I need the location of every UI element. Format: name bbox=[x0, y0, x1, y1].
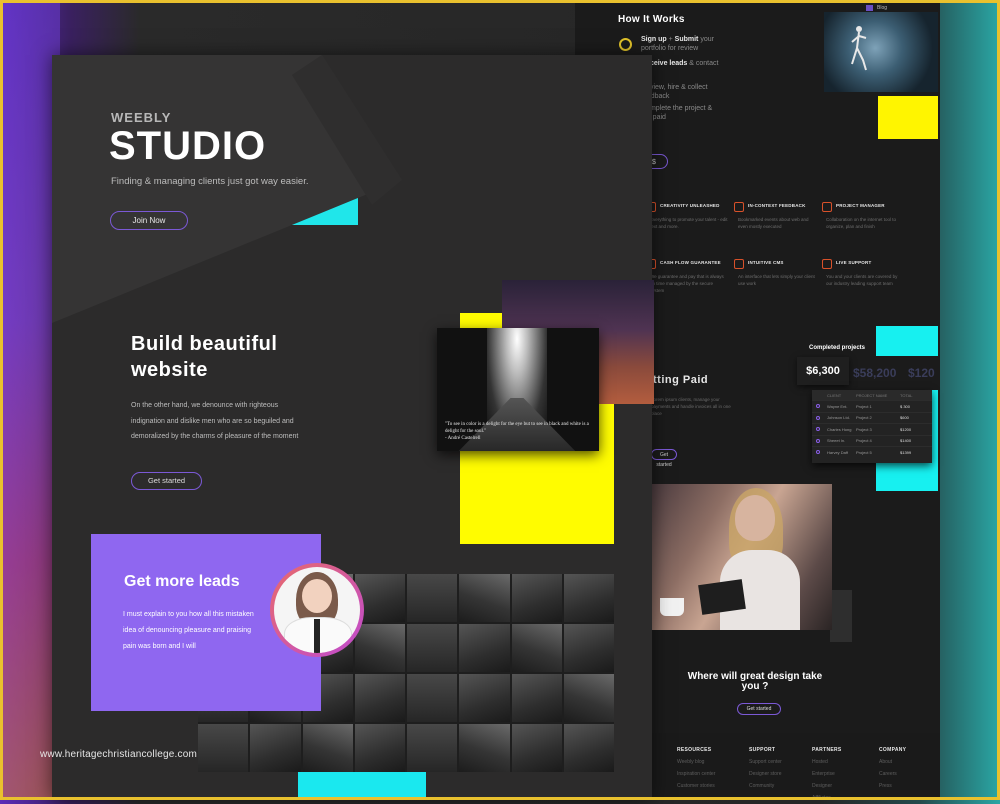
top-nav: Blog bbox=[866, 4, 887, 12]
build-title: Build beautiful website bbox=[131, 333, 278, 381]
grid-photo bbox=[511, 674, 562, 722]
completed-projects-table: CLIENT PROJECT NAME TOTAL Wayne Ent. Proj… bbox=[812, 390, 932, 463]
join-now-button[interactable]: Join Now bbox=[110, 211, 188, 230]
grid-photo bbox=[354, 624, 405, 672]
design-cta-button[interactable]: Get started bbox=[737, 703, 781, 715]
grid-photo bbox=[302, 724, 353, 772]
street-quote-photo: "To see in color is a delight for the ey… bbox=[437, 328, 599, 451]
completed-amount: $6,300 bbox=[797, 357, 849, 385]
yellow-accent-square bbox=[878, 96, 938, 139]
grid-photo bbox=[563, 674, 614, 722]
image-shadow-block bbox=[830, 590, 852, 642]
leads-description: I must explain to you how all this mista… bbox=[123, 611, 254, 650]
hero-runner-image bbox=[824, 12, 938, 92]
table-row[interactable]: Harvey Daff Project 5 $1399 bbox=[812, 446, 932, 458]
woman-face bbox=[735, 495, 775, 541]
step-ring-icon bbox=[619, 38, 632, 51]
grid-photo bbox=[563, 724, 614, 772]
get-started-button[interactable]: Get started bbox=[131, 472, 202, 490]
cyan-accent-block bbox=[298, 772, 426, 800]
getting-paid-desc: Lorem ipsum clients, manage your payment… bbox=[651, 397, 731, 416]
grid-photo bbox=[459, 674, 510, 722]
support-icon bbox=[822, 259, 832, 269]
completed-projects-title: Completed projects bbox=[809, 345, 866, 351]
grid-photo bbox=[250, 724, 301, 772]
table-row[interactable]: Sheeet In. Project 4 $1400 bbox=[812, 434, 932, 447]
getting-paid-button[interactable]: Get started bbox=[651, 449, 677, 468]
footer-col-support: SUPPORT Support center Designer store Co… bbox=[749, 747, 782, 789]
grid-photo bbox=[459, 624, 510, 672]
nav-logo-icon[interactable] bbox=[866, 5, 873, 11]
grid-photo bbox=[198, 724, 249, 772]
tie-icon bbox=[314, 619, 320, 653]
getting-paid-title: tting Paid bbox=[653, 374, 709, 386]
grid-photo bbox=[354, 674, 405, 722]
photo-quote: "To see in color is a delight for the ey… bbox=[445, 422, 589, 441]
how-it-works-title: How It Works bbox=[618, 14, 685, 25]
grid-photo bbox=[511, 724, 562, 772]
feedback-icon bbox=[734, 202, 744, 212]
cms-icon bbox=[734, 259, 744, 269]
watermark: www.heritagechristiancollege.com bbox=[40, 749, 198, 760]
tablet-device bbox=[698, 579, 746, 615]
how-it-works-step: Receive leads & contact bbox=[641, 60, 719, 67]
grid-photo bbox=[407, 674, 458, 722]
manager-icon bbox=[822, 202, 832, 212]
ghost-amount: $58,200 bbox=[853, 366, 897, 380]
footer-col-partners: PARTNERS Hosted Enterprise Designer Affi… bbox=[812, 747, 842, 801]
footer-col-company: COMPANY About Careers Press bbox=[879, 747, 907, 789]
design-cta-title: Where will great design take you ? bbox=[687, 671, 823, 692]
how-it-works-step: Review, hire & collect feedback bbox=[641, 84, 708, 100]
coffee-cup bbox=[660, 598, 684, 616]
grid-photo bbox=[407, 574, 458, 622]
runner-figure bbox=[851, 26, 867, 71]
grid-photo bbox=[407, 724, 458, 772]
background-glow bbox=[0, 0, 60, 800]
grid-photo bbox=[459, 724, 510, 772]
footer-col-resources: RESOURCES Weebly blog Inspiration center… bbox=[677, 747, 716, 789]
how-it-works-step: Complete the project & get paid bbox=[641, 105, 713, 121]
grid-photo bbox=[459, 574, 510, 622]
grid-photo bbox=[354, 724, 405, 772]
grid-photo bbox=[563, 574, 614, 622]
table-row[interactable]: Johnson Ltd. Project 2 $600 bbox=[812, 411, 932, 424]
table-header: CLIENT PROJECT NAME TOTAL bbox=[812, 390, 932, 400]
ghost-amount: $120 bbox=[908, 366, 935, 380]
leads-title: Get more leads bbox=[124, 573, 240, 590]
nav-item[interactable]: Blog bbox=[877, 5, 887, 11]
hero-tagline: Finding & managing clients just got way … bbox=[111, 176, 309, 187]
table-row[interactable]: Charles Hong Project 3 $1200 bbox=[812, 423, 932, 435]
grid-photo bbox=[511, 574, 562, 622]
how-it-works-step: Sign up + Submit your portfolio for revi… bbox=[641, 36, 714, 52]
cyan-accent-block bbox=[876, 326, 938, 356]
grid-photo bbox=[511, 624, 562, 672]
build-description: On the other hand, we denounce with righ… bbox=[131, 402, 299, 440]
avatar bbox=[274, 567, 360, 653]
grid-photo bbox=[407, 624, 458, 672]
grid-photo bbox=[563, 624, 614, 672]
table-row[interactable]: Wayne Ent. Project 1 $ 300 bbox=[812, 400, 932, 412]
hero-title: STUDIO bbox=[109, 124, 267, 168]
brand-label: WEEBLY bbox=[111, 110, 172, 125]
